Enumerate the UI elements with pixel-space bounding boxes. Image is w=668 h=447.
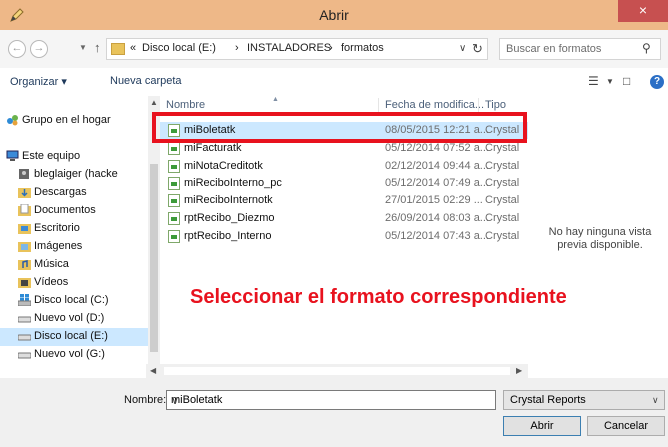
search-placeholder: Buscar en formatos [506,43,602,55]
preview-pane-icon[interactable]: □ [623,74,630,88]
nav-item-music[interactable]: Música [0,256,148,274]
breadcrumb-separator[interactable]: › [329,42,333,54]
scrollbar-thumb[interactable] [150,164,158,352]
column-header-name[interactable]: Nombre [166,99,205,111]
pictures-folder-icon [18,242,31,252]
nav-item-documents[interactable]: Documentos [0,202,148,220]
nav-item-homegroup[interactable]: Grupo en el hogar [0,112,148,130]
address-bar[interactable]: « Disco local (E:) › INSTALADORES › form… [106,38,488,60]
footer-bar: Nombre: miBoletatk ∨ Crystal Reports ∨ A… [0,378,668,447]
homegroup-icon [7,115,18,126]
breadcrumb-item[interactable]: formatos [341,42,384,54]
column-divider[interactable] [378,98,379,112]
breadcrumb-separator[interactable]: › [235,42,239,54]
forward-button[interactable]: → [30,40,48,58]
breadcrumb-item[interactable]: INSTALADORES [247,42,331,54]
videos-folder-icon [18,278,31,288]
nav-item-drive-e[interactable]: Disco local (E:) [0,328,148,346]
help-icon[interactable]: ? [650,75,664,89]
nav-item-pictures[interactable]: Imágenes [0,238,148,256]
back-button[interactable]: ← [8,40,26,58]
scrollbar-thumb[interactable] [164,367,510,375]
drive-icon [18,352,31,359]
desktop-folder-icon [18,224,31,234]
crystal-report-file-icon [168,230,180,243]
file-row[interactable]: rptRecibo_Diezmo 26/09/2014 08:03 a... C… [160,210,528,227]
file-row[interactable]: miNotaCreditotk 02/12/2014 09:44 a... Cr… [160,158,528,175]
nav-item-drive-g[interactable]: Nuevo vol (G:) [0,346,148,364]
music-folder-icon [18,260,31,270]
highlight-box [152,112,527,143]
chevron-down-icon[interactable]: ∨ [171,394,179,407]
file-name-input[interactable]: miBoletatk ∨ [166,390,496,410]
preview-pane: No hay ninguna vista previa disponible. [528,96,668,372]
folder-icon [111,43,125,55]
nav-item-drive-c[interactable]: Disco local (C:) [0,292,148,310]
navigation-pane: Grupo en el hogar Este equipo bleglaiger… [0,96,148,372]
chevron-down-icon[interactable]: ∨ [652,395,659,406]
view-options-icon[interactable]: ☰ [588,74,599,88]
file-type-value: Crystal Reports [510,394,586,406]
command-bar: Organizar ▾ Nueva carpeta ☰ ▼ □ ? [0,68,668,96]
column-header-date[interactable]: Fecha de modifica... [385,99,484,111]
view-dropdown-icon[interactable]: ▼ [606,77,614,86]
file-type-select[interactable]: Crystal Reports ∨ [503,390,665,410]
preview-message: No hay ninguna vista previa disponible. [548,226,652,251]
windows-drive-icon [18,294,31,306]
crystal-report-file-icon [168,212,180,225]
organize-button[interactable]: Organizar ▾ [10,75,67,88]
nav-item-this-pc[interactable]: Este equipo [0,148,148,166]
file-row[interactable]: rptRecibo_Interno 05/12/2014 07:43 a... … [160,228,528,245]
breadcrumb-overflow[interactable]: « [130,42,136,54]
close-button[interactable]: × [618,0,668,22]
drive-icon [18,334,31,341]
horizontal-scrollbar[interactable]: ◀ ▶ [146,364,528,378]
crystal-report-file-icon [168,194,180,207]
chevron-down-icon[interactable]: ∨ [459,43,466,54]
column-header-type[interactable]: Tipo [485,99,506,111]
breadcrumb-item[interactable]: Disco local (E:) [142,42,216,54]
nav-item-desktop[interactable]: Escritorio [0,220,148,238]
search-icon: ⚲ [642,41,651,55]
crystal-report-file-icon [168,160,180,173]
search-input[interactable]: Buscar en formatos ⚲ [499,38,661,60]
title-bar: Abrir × [0,0,668,30]
user-folder-icon [19,169,29,179]
file-row[interactable]: miReciboInternotk 27/01/2015 02:29 ... C… [160,192,528,209]
computer-icon [6,150,19,161]
column-divider[interactable] [478,98,479,112]
window-title: Abrir [319,7,349,23]
up-arrow-icon[interactable]: ↑ [94,40,101,55]
nav-item-drive-d[interactable]: Nuevo vol (D:) [0,310,148,328]
documents-folder-icon [18,204,31,216]
open-button[interactable]: Abrir [503,416,581,436]
downloads-folder-icon [18,188,31,198]
crystal-report-file-icon [168,177,180,190]
crystal-report-file-icon [168,142,180,155]
scroll-right-icon[interactable]: ▶ [516,366,522,375]
nav-item-user[interactable]: bleglaiger (hacke [0,166,148,184]
new-folder-button[interactable]: Nueva carpeta [110,75,182,87]
drive-icon [18,316,31,323]
file-row[interactable]: miReciboInterno_pc 05/12/2014 07:49 a...… [160,175,528,192]
annotation-text: Seleccionar el formato correspondiente [190,286,567,308]
scroll-up-icon[interactable]: ▲ [150,98,158,107]
recent-locations-dropdown-icon[interactable]: ▼ [79,43,87,52]
nav-item-videos[interactable]: Vídeos [0,274,148,292]
refresh-icon[interactable]: ↻ [472,41,483,57]
nav-item-downloads[interactable]: Descargas [0,184,148,202]
sort-ascending-icon: ▲ [272,96,279,103]
scroll-left-icon[interactable]: ◀ [150,366,156,375]
cancel-button[interactable]: Cancelar [587,416,665,436]
address-row: ← → ▼ ↑ « Disco local (E:) › INSTALADORE… [0,30,668,68]
file-name-label: Nombre: [124,394,167,406]
